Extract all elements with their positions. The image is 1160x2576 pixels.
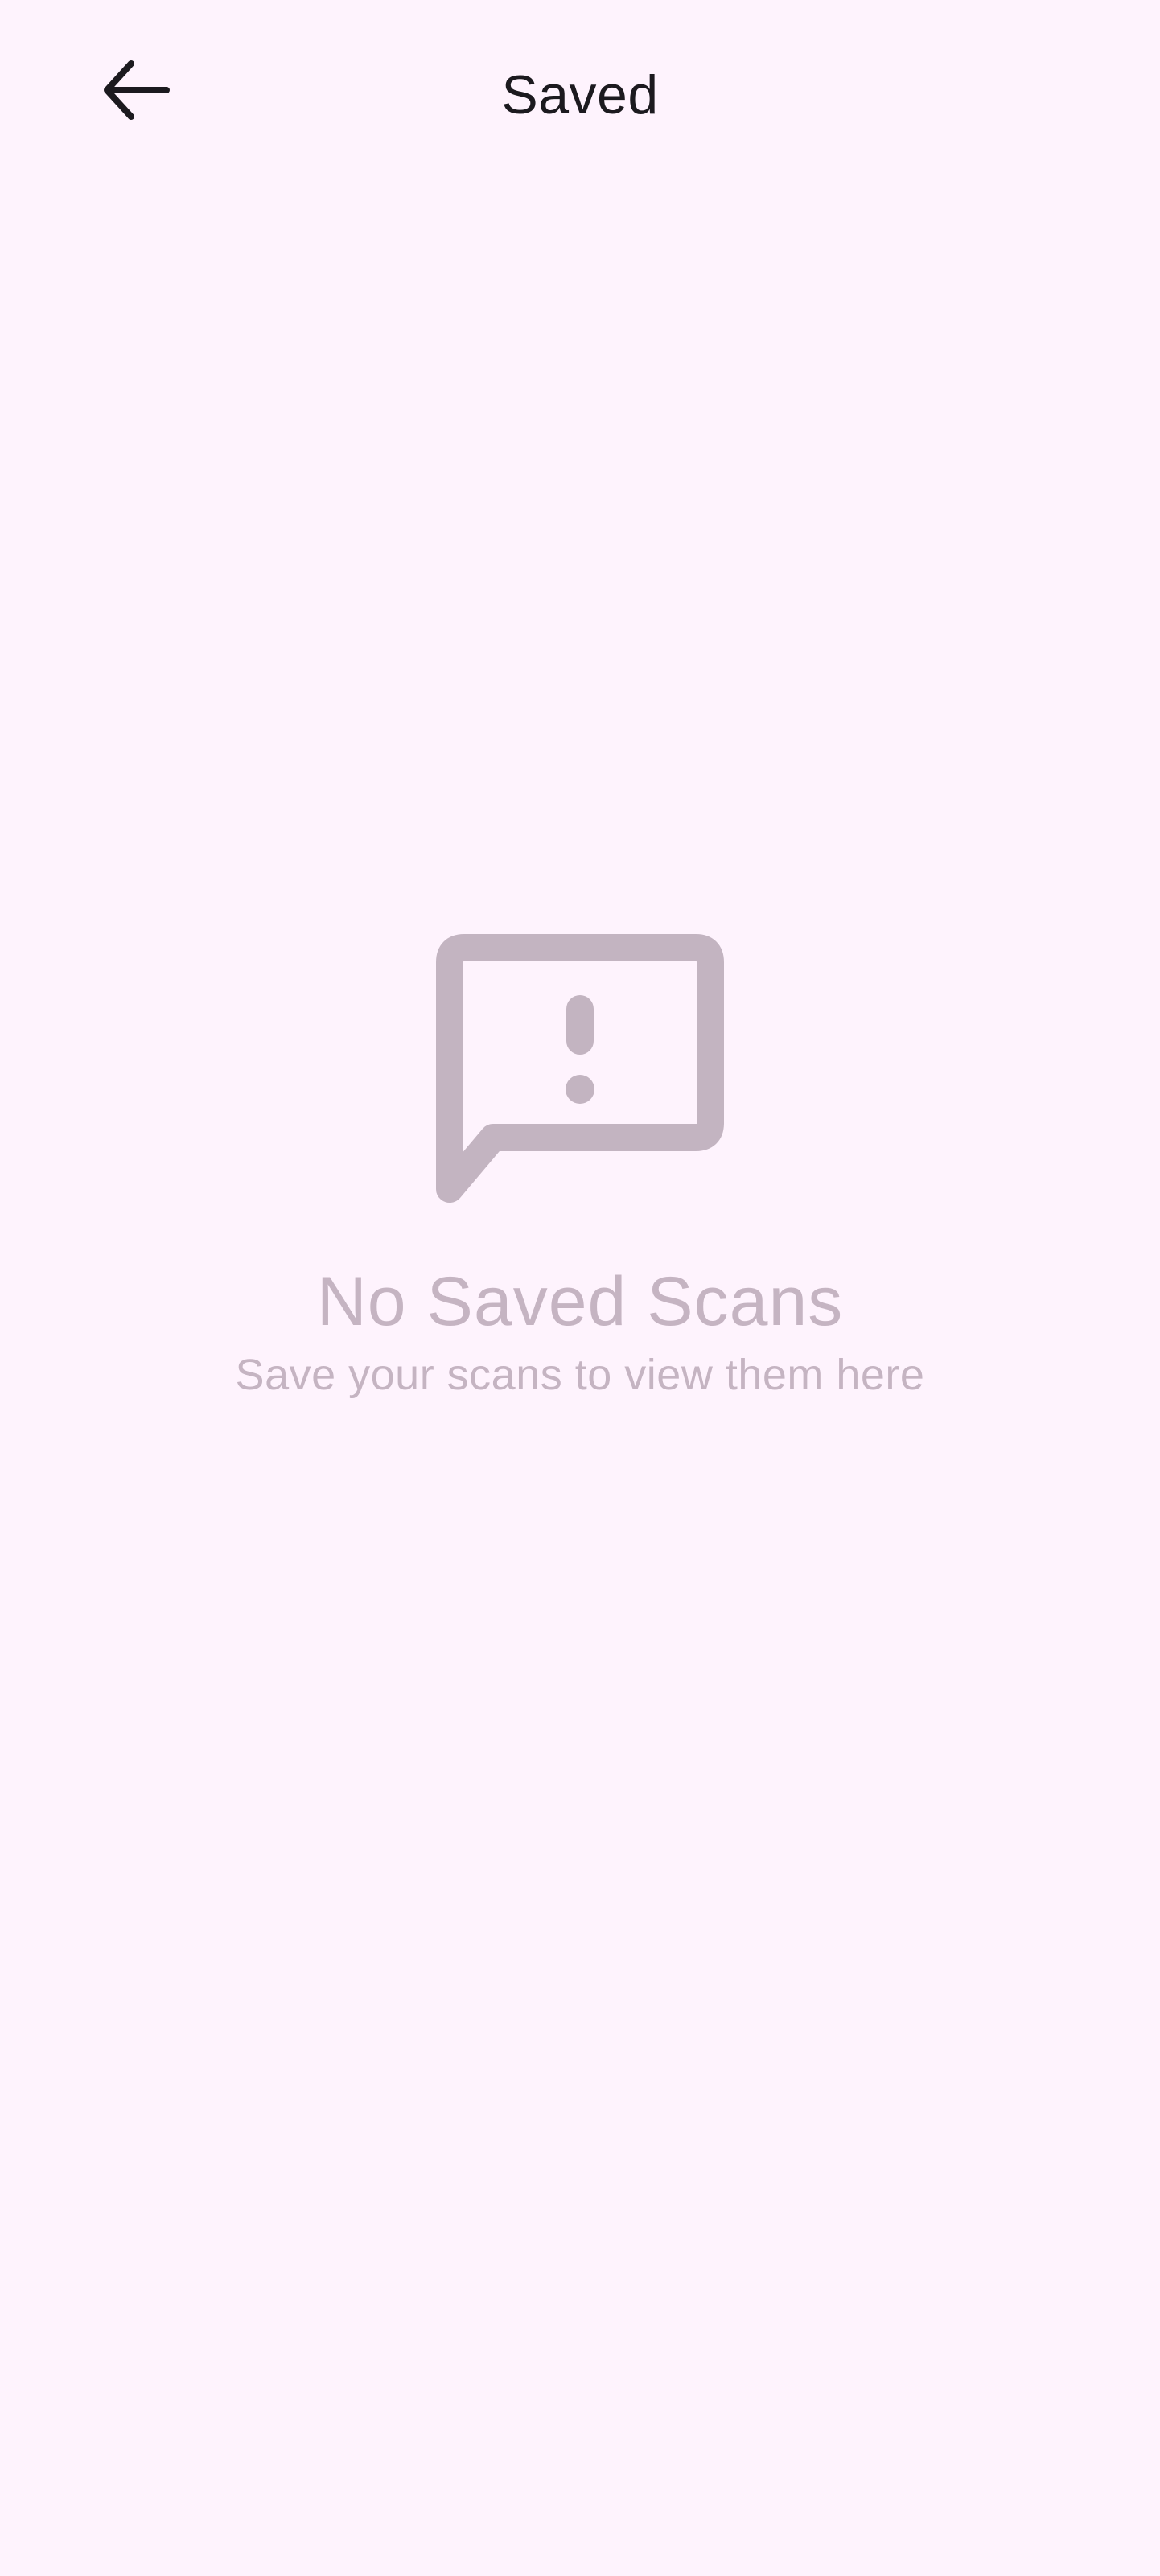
app-bar: Saved xyxy=(0,0,1160,185)
page-title: Saved xyxy=(501,64,659,126)
message-alert-icon xyxy=(436,934,724,1203)
empty-state: No Saved Scans Save your scans to view t… xyxy=(0,933,1160,1403)
empty-state-subtitle: Save your scans to view them here xyxy=(235,1351,925,1399)
empty-state-title: No Saved Scans xyxy=(316,1263,844,1340)
